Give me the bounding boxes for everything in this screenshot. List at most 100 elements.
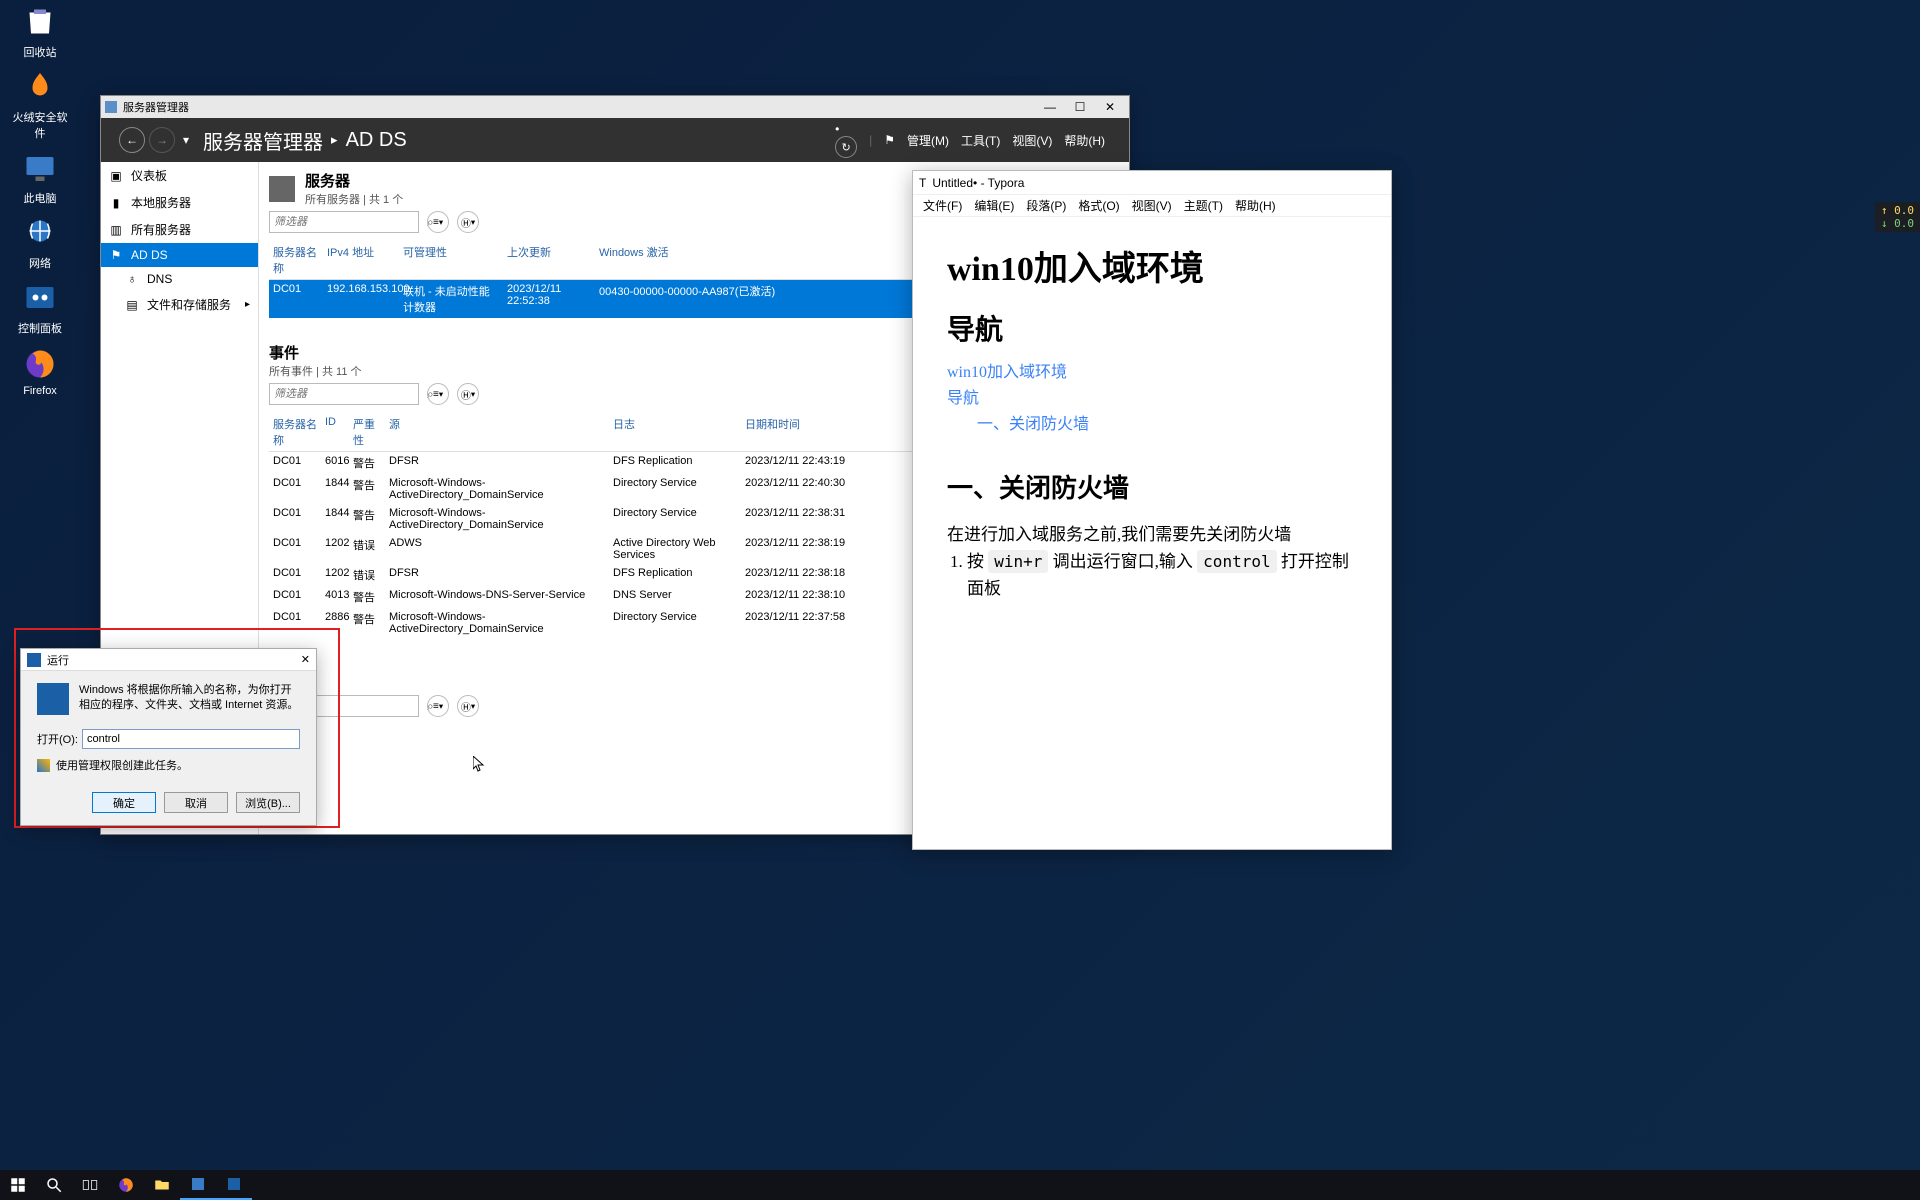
minimize-button[interactable]: — bbox=[1035, 97, 1065, 117]
desktop-icon-label: 火绒安全软件 bbox=[10, 109, 70, 141]
taskbar-firefox[interactable] bbox=[108, 1170, 144, 1200]
desktop-icon-label: 网络 bbox=[29, 255, 51, 271]
sidebar-item-dashboard[interactable]: ▣仪表板 bbox=[101, 162, 258, 189]
nav-link[interactable]: 导航 bbox=[947, 384, 1357, 408]
servers-section-icon bbox=[269, 176, 295, 202]
typora-content[interactable]: win10加入域环境 导航 win10加入域环境 导航 一、关闭防火墙 一、关闭… bbox=[913, 217, 1391, 849]
taskbar bbox=[0, 1170, 1920, 1200]
desktop-icon-label: 控制面板 bbox=[18, 320, 62, 336]
close-button[interactable]: ✕ bbox=[301, 653, 310, 666]
storage-icon: ▤ bbox=[125, 298, 139, 312]
browse-button[interactable]: 浏览(B)... bbox=[236, 792, 300, 813]
ok-button[interactable]: 确定 bbox=[92, 792, 156, 813]
sidebar-item-dns[interactable]: ♁DNS bbox=[101, 267, 258, 291]
servers-filter-input[interactable] bbox=[270, 216, 421, 228]
server-icon: ▮ bbox=[109, 196, 123, 210]
col[interactable]: 严重性 bbox=[349, 415, 385, 449]
events-filter-input[interactable] bbox=[270, 388, 421, 400]
desktop-icon-network[interactable]: 网络 bbox=[10, 216, 70, 271]
doc-h1: win10加入域环境 bbox=[947, 241, 1357, 290]
col-manage[interactable]: 可管理性 bbox=[399, 243, 503, 277]
menu-view[interactable]: 视图(V) bbox=[1126, 197, 1178, 214]
col[interactable]: 源 bbox=[385, 415, 609, 449]
menu-file[interactable]: 文件(F) bbox=[917, 197, 968, 214]
taskbar-servermanager[interactable] bbox=[180, 1170, 216, 1200]
cancel-button[interactable]: 取消 bbox=[164, 792, 228, 813]
doc-nav: win10加入域环境 导航 一、关闭防火墙 bbox=[947, 358, 1357, 434]
desktop-icon-firefox[interactable]: Firefox bbox=[10, 346, 70, 397]
typora-window: T Untitled• - Typora 文件(F) 编辑(E) 段落(P) 格… bbox=[912, 170, 1392, 850]
menu-edit[interactable]: 编辑(E) bbox=[968, 197, 1020, 214]
section-heading: 一、关闭防火墙 bbox=[947, 468, 1357, 505]
flag-icon[interactable]: ⚑ bbox=[884, 133, 895, 147]
sidebar-item-filestorage[interactable]: ▤文件和存储服务▸ bbox=[101, 291, 258, 318]
start-button[interactable] bbox=[0, 1170, 36, 1200]
col[interactable]: ID bbox=[321, 415, 349, 449]
code-winr: win+r bbox=[988, 550, 1048, 573]
menu-help[interactable]: 帮助(H) bbox=[1064, 132, 1105, 149]
col-updated[interactable]: 上次更新 bbox=[503, 243, 595, 277]
filter-menu-2[interactable]: Ⓗ▾ bbox=[457, 383, 479, 405]
titlebar[interactable]: 服务器管理器 — ☐ ✕ bbox=[101, 96, 1129, 118]
sidebar-item-label: 文件和存储服务 bbox=[147, 296, 231, 313]
adds-icon: ⚑ bbox=[109, 248, 123, 262]
list-item: 按 win+r 调出运行窗口,输入 control 打开控制面板 bbox=[967, 548, 1357, 602]
filter-menu-1[interactable]: ≡▾ bbox=[427, 383, 449, 405]
net-speed-widget: ↑ 0.0 ↓ 0.0 bbox=[1875, 202, 1920, 232]
sidebar-item-allservers[interactable]: ▥所有服务器 bbox=[101, 216, 258, 243]
run-title: 运行 bbox=[47, 652, 301, 668]
maximize-button[interactable]: ☐ bbox=[1065, 97, 1095, 117]
run-description: Windows 将根据你所输入的名称，为你打开相应的程序、文件夹、文档或 Int… bbox=[79, 683, 300, 715]
desktop-icon-label: 此电脑 bbox=[24, 190, 57, 206]
taskbar-run[interactable] bbox=[216, 1170, 252, 1200]
desktop-icon-recycle[interactable]: 回收站 bbox=[10, 5, 70, 60]
sidebar-item-localserver[interactable]: ▮本地服务器 bbox=[101, 189, 258, 216]
nav-forward-button[interactable]: → bbox=[149, 127, 175, 153]
search-button[interactable] bbox=[36, 1170, 72, 1200]
desktop-icon-controlpanel[interactable]: 控制面板 bbox=[10, 281, 70, 336]
desktop-icon-huorong[interactable]: 火绒安全软件 bbox=[10, 70, 70, 141]
refresh-dropdown[interactable]: • ↻ bbox=[835, 122, 857, 158]
run-titlebar[interactable]: 运行 ✕ bbox=[21, 649, 316, 671]
sidebar-item-adds[interactable]: ⚑AD DS bbox=[101, 243, 258, 267]
header-bar: ← → ▾ 服务器管理器 ▸ AD DS • ↻ | ⚑ 管理(M) 工具(T)… bbox=[101, 118, 1129, 162]
menu-manage[interactable]: 管理(M) bbox=[907, 132, 949, 149]
menu-paragraph[interactable]: 段落(P) bbox=[1020, 197, 1072, 214]
close-button[interactable]: ✕ bbox=[1095, 97, 1125, 117]
shield-icon bbox=[37, 759, 50, 772]
typora-app-icon: T bbox=[919, 176, 926, 190]
filter-menu-1[interactable]: ≡▾ bbox=[427, 211, 449, 233]
nav-link[interactable]: 一、关闭防火墙 bbox=[947, 410, 1357, 434]
col-servername[interactable]: 服务器名称 bbox=[269, 243, 323, 277]
col[interactable]: 日志 bbox=[609, 415, 741, 449]
code-control: control bbox=[1197, 550, 1276, 573]
servers-title: 服务器 bbox=[305, 170, 403, 191]
menu-tools[interactable]: 工具(T) bbox=[961, 132, 1000, 149]
download-speed: ↓ 0.0 bbox=[1881, 217, 1914, 230]
dns-icon: ♁ bbox=[125, 272, 139, 286]
col[interactable]: 服务器名称 bbox=[269, 415, 321, 449]
desktop-icon-thispc[interactable]: 此电脑 bbox=[10, 151, 70, 206]
desktop-icon-label: 回收站 bbox=[24, 44, 57, 60]
filter-menu-1[interactable]: ≡▾ bbox=[427, 695, 449, 717]
admin-label: 使用管理权限创建此任务。 bbox=[56, 757, 188, 773]
run-open-input[interactable] bbox=[82, 729, 300, 749]
taskview-button[interactable] bbox=[72, 1170, 108, 1200]
filter-menu-2[interactable]: Ⓗ▾ bbox=[457, 695, 479, 717]
typora-titlebar[interactable]: T Untitled• - Typora bbox=[913, 171, 1391, 195]
nav-link[interactable]: win10加入域环境 bbox=[947, 358, 1357, 382]
col-ip[interactable]: IPv4 地址 bbox=[323, 243, 399, 277]
desktop-icons: 回收站 火绒安全软件 此电脑 网络 控制面板 Firefox bbox=[10, 5, 70, 397]
menu-format[interactable]: 格式(O) bbox=[1072, 197, 1125, 214]
breadcrumb-root[interactable]: 服务器管理器 bbox=[203, 126, 323, 155]
menu-theme[interactable]: 主题(T) bbox=[1178, 197, 1229, 214]
run-dialog: 运行 ✕ Windows 将根据你所输入的名称，为你打开相应的程序、文件夹、文档… bbox=[20, 648, 317, 826]
taskbar-explorer[interactable] bbox=[144, 1170, 180, 1200]
open-label: 打开(O): bbox=[37, 731, 78, 747]
menu-view[interactable]: 视图(V) bbox=[1012, 132, 1052, 149]
sidebar-item-label: 所有服务器 bbox=[131, 221, 191, 238]
nav-back-button[interactable]: ← bbox=[119, 127, 145, 153]
filter-menu-2[interactable]: Ⓗ▾ bbox=[457, 211, 479, 233]
menu-help[interactable]: 帮助(H) bbox=[1229, 197, 1282, 214]
sidebar-item-label: 仪表板 bbox=[131, 167, 167, 184]
